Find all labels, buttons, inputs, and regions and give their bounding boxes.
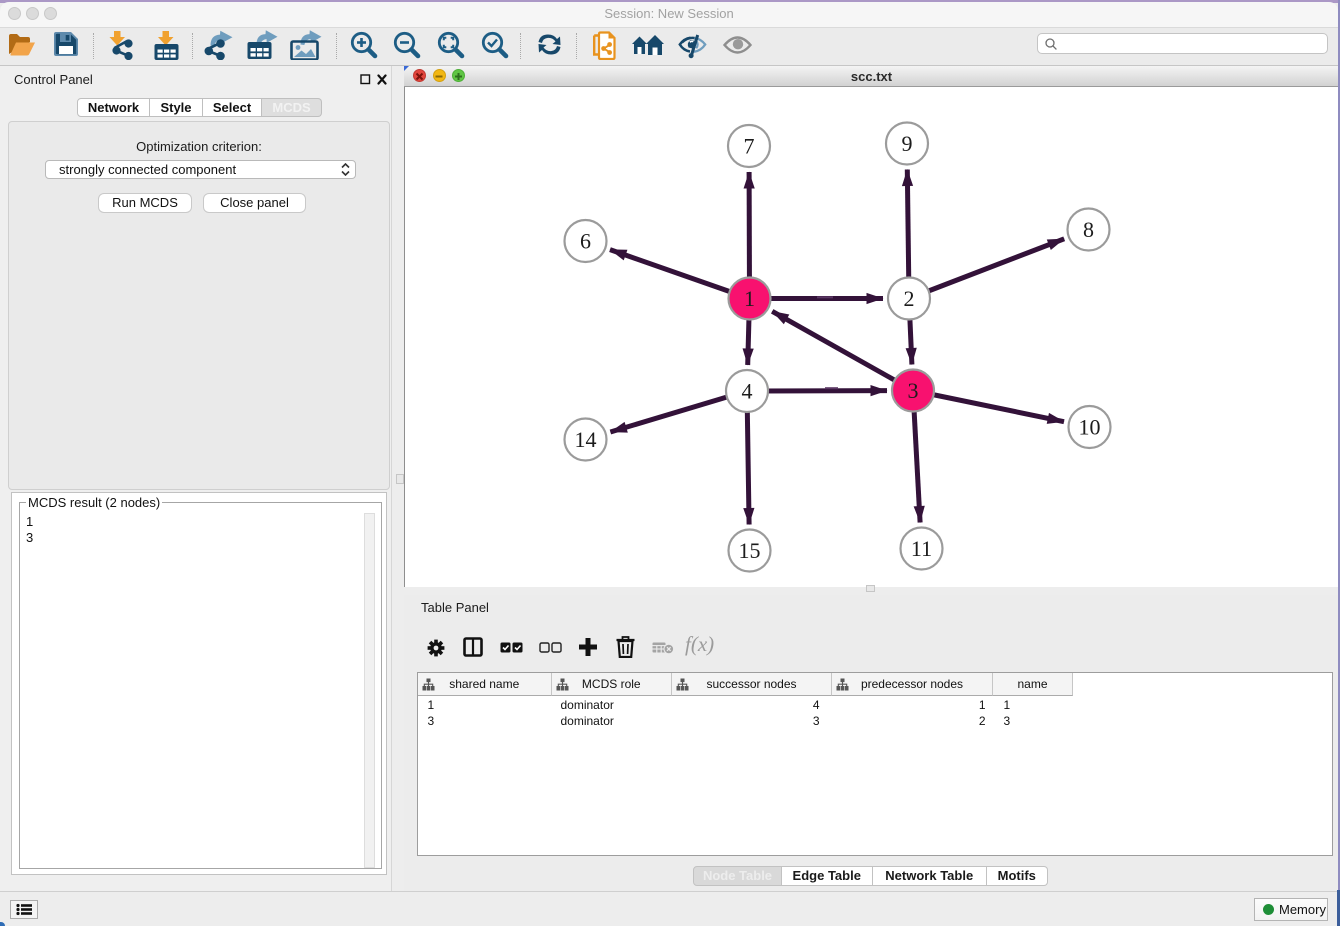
svg-text:3: 3 [908,378,919,403]
svg-text:6: 6 [580,229,591,254]
svg-text:11: 11 [911,536,932,561]
svg-text:7: 7 [744,134,755,159]
svg-text:2: 2 [904,286,915,311]
svg-text:9: 9 [902,131,913,156]
svg-text:10: 10 [1079,415,1101,440]
svg-text:14: 14 [575,427,597,452]
svg-text:4: 4 [742,379,753,404]
svg-text:1: 1 [744,286,755,311]
svg-text:15: 15 [739,538,761,563]
svg-text:8: 8 [1083,217,1094,242]
